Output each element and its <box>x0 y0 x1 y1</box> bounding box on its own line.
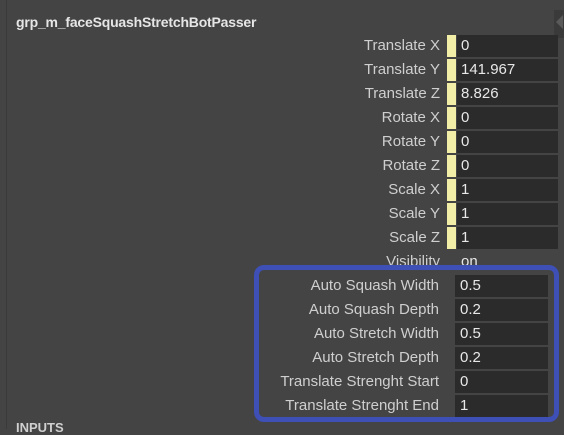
attribute-row-rotate-y[interactable]: Rotate Y 0 <box>0 130 564 154</box>
keyed-indicator <box>447 59 456 81</box>
attribute-value[interactable]: 1 <box>461 181 469 198</box>
attribute-value[interactable]: 0 <box>461 133 469 150</box>
keyed-indicator <box>447 83 456 105</box>
keyed-indicator <box>447 131 456 153</box>
highlight-annotation-box <box>254 265 559 422</box>
attribute-value-field[interactable] <box>457 203 558 225</box>
attribute-value[interactable]: 8.826 <box>461 85 499 102</box>
attribute-label: Scale Y <box>388 205 440 222</box>
attribute-value-field[interactable] <box>457 131 558 153</box>
attribute-value[interactable]: 1 <box>461 205 469 222</box>
node-title[interactable]: grp_m_faceSquashStretchBotPasser <box>16 14 256 30</box>
channel-box-panel: grp_m_faceSquashStretchBotPasser Transla… <box>0 0 564 435</box>
attribute-value-field[interactable] <box>457 227 558 249</box>
attribute-row-scale-x[interactable]: Scale X 1 <box>0 178 564 202</box>
attribute-row-translate-z[interactable]: Translate Z 8.826 <box>0 82 564 106</box>
attribute-value[interactable]: 0 <box>461 37 469 54</box>
attribute-value[interactable]: 1 <box>461 229 469 246</box>
keyed-indicator <box>447 107 456 129</box>
attribute-row-translate-y[interactable]: Translate Y 141.967 <box>0 58 564 82</box>
attribute-row-visibility[interactable]: Visibility on <box>0 250 564 266</box>
keyed-indicator <box>447 227 456 249</box>
attribute-value-field[interactable] <box>457 155 558 177</box>
attribute-label: Rotate X <box>381 109 440 126</box>
collapse-arrow-icon[interactable] <box>556 15 563 29</box>
attribute-label: Translate X <box>363 37 440 54</box>
attribute-value[interactable]: 0 <box>461 157 469 174</box>
inputs-section-header[interactable]: INPUTS <box>16 420 64 435</box>
attribute-label: Scale Z <box>389 229 440 246</box>
attribute-label: Translate Z <box>364 85 440 102</box>
attribute-value[interactable]: 0 <box>461 109 469 126</box>
attribute-row-translate-x[interactable]: Translate X 0 <box>0 34 564 58</box>
attribute-row-rotate-z[interactable]: Rotate Z 0 <box>0 154 564 178</box>
attribute-value-field[interactable] <box>457 35 558 57</box>
attribute-label: Rotate Z <box>382 157 440 174</box>
keyed-indicator <box>447 203 456 225</box>
keyed-indicator <box>447 155 456 177</box>
attribute-row-scale-y[interactable]: Scale Y 1 <box>0 202 564 226</box>
attribute-label: Scale X <box>388 181 440 198</box>
attribute-value-field[interactable] <box>457 107 558 129</box>
attribute-value[interactable]: 141.967 <box>461 61 515 78</box>
keyed-indicator <box>447 35 456 57</box>
attribute-row-scale-z[interactable]: Scale Z 1 <box>0 226 564 250</box>
attribute-row-rotate-x[interactable]: Rotate X 0 <box>0 106 564 130</box>
keyed-indicator <box>447 179 456 201</box>
attribute-label: Translate Y <box>364 61 440 78</box>
attribute-label: Rotate Y <box>381 133 440 150</box>
attribute-value-field[interactable] <box>457 179 558 201</box>
